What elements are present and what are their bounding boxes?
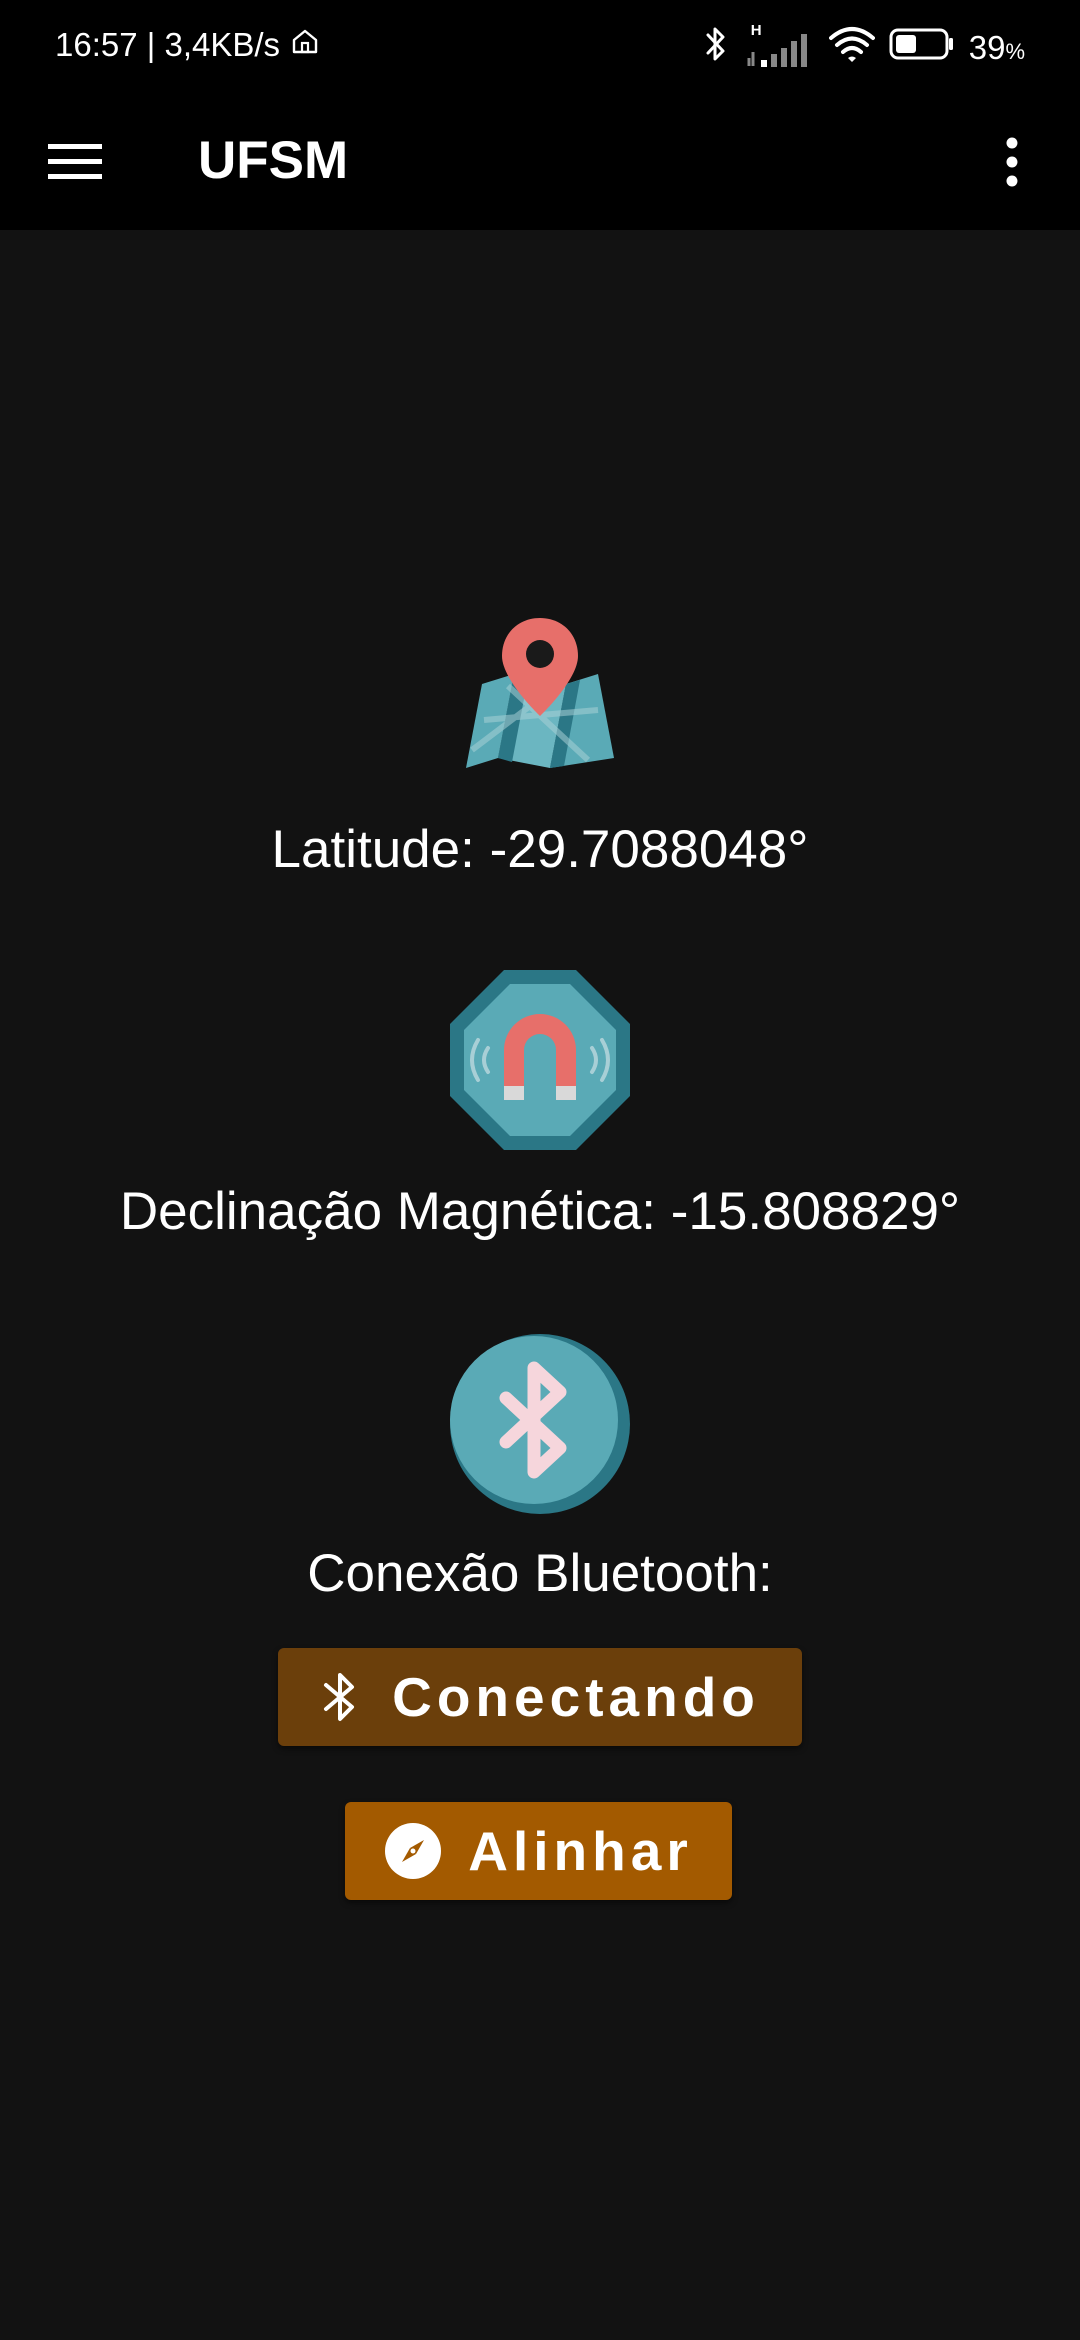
align-button-label: Alinhar bbox=[468, 1820, 693, 1882]
home-icon bbox=[290, 26, 320, 64]
hamburger-menu-icon bbox=[48, 142, 102, 187]
battery-percent-unit: % bbox=[1005, 39, 1025, 64]
overflow-menu-button[interactable] bbox=[972, 124, 1052, 204]
bluetooth-text: Conexão Bluetooth: bbox=[307, 1544, 773, 1603]
signal-icon: H bbox=[745, 22, 815, 68]
bluetooth-status-icon bbox=[701, 24, 731, 72]
status-time-speed: 16:57 | 3,4KB/s bbox=[55, 26, 281, 63]
bluetooth-circle-icon bbox=[448, 1332, 632, 1516]
status-left: 16:57 | 3,4KB/s bbox=[55, 26, 320, 64]
align-button[interactable]: Alinhar bbox=[345, 1802, 732, 1900]
latitude-text: Latitude: -29.7088048° bbox=[271, 820, 809, 879]
map-pin-icon bbox=[448, 610, 632, 794]
wifi-icon bbox=[828, 24, 875, 72]
menu-button[interactable] bbox=[40, 129, 110, 199]
status-right: H 39% bbox=[701, 22, 1025, 72]
app-title: UFSM bbox=[198, 131, 349, 190]
magnet-icon bbox=[448, 968, 632, 1152]
status-bar: 16:57 | 3,4KB/s H 39% bbox=[0, 0, 1080, 96]
connect-button-label: Conectando bbox=[392, 1666, 760, 1728]
connect-button[interactable]: Conectando bbox=[278, 1648, 802, 1746]
bluetooth-icon bbox=[320, 1669, 360, 1725]
declination-text: Declinação Magnética: -15.808829° bbox=[119, 1182, 961, 1241]
compass-icon bbox=[384, 1822, 442, 1880]
more-vert-icon bbox=[1005, 137, 1019, 192]
battery-percent-value: 39 bbox=[968, 29, 1006, 66]
battery-percent: 39% bbox=[969, 29, 1025, 67]
battery-icon bbox=[889, 27, 955, 69]
app-bar: UFSM bbox=[0, 96, 1080, 230]
